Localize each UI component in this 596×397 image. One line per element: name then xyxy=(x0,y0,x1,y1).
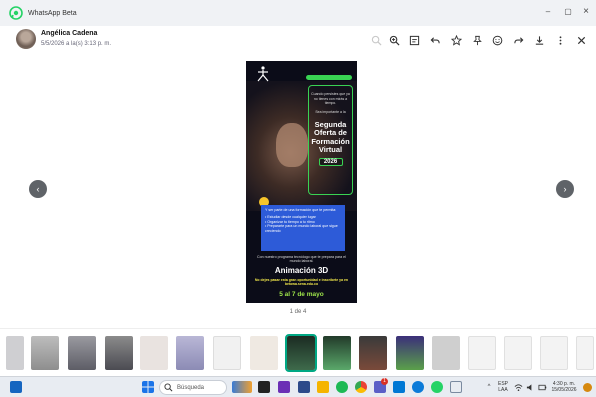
poster-cta: No dejes pasar esta gran oportunidad e i… xyxy=(254,278,349,287)
thumbnail-selected[interactable] xyxy=(285,334,317,372)
outlook-icon[interactable] xyxy=(393,381,405,393)
poster-bubble: Cuando persistes que ya no tienes con mi… xyxy=(308,85,353,195)
poster-bubble-text: Cuando persistes que ya no tienes con mi… xyxy=(311,92,350,105)
poster-figure-face xyxy=(276,123,308,167)
star-icon[interactable] xyxy=(449,33,463,47)
edge-icon[interactable] xyxy=(412,381,424,393)
thumbnail[interactable] xyxy=(323,336,351,370)
clock-date: 15/05/2026 xyxy=(551,387,577,393)
taskbar-search[interactable]: Búsqueda xyxy=(159,380,227,395)
media-image: Cuando persistes que ya no tienes con mi… xyxy=(246,61,357,303)
thumbnail[interactable] xyxy=(140,336,168,370)
more-icon[interactable] xyxy=(553,33,567,47)
message-timestamp: 5/5/2026 a la(s) 3:13 p. m. xyxy=(41,41,112,47)
thumbnail[interactable] xyxy=(68,336,96,370)
poster-info-title: Y ser parte de una formación que te perm… xyxy=(265,208,337,212)
notification-center-icon[interactable] xyxy=(583,383,592,392)
thumbnail[interactable] xyxy=(359,336,387,370)
previous-button[interactable]: ‹ xyxy=(29,180,47,198)
thumbnail[interactable] xyxy=(468,336,496,370)
taskbar-app-icon[interactable] xyxy=(258,381,270,393)
window-close-button[interactable]: × xyxy=(578,5,594,19)
wifi-icon[interactable] xyxy=(514,383,523,392)
tray-chevron-icon[interactable]: ^ xyxy=(485,384,493,390)
whatsapp-logo-icon xyxy=(9,6,23,20)
poster-accent-bar xyxy=(306,75,352,80)
news-widget-icon[interactable] xyxy=(232,381,252,393)
thumbnail[interactable] xyxy=(105,336,133,370)
media-counter: 1 de 4 xyxy=(289,309,307,315)
spotify-icon[interactable] xyxy=(336,381,348,393)
sena-logo-icon xyxy=(257,66,269,82)
media-stage: ‹ › Cuando persistes que ya no tienes co… xyxy=(0,56,596,324)
thumbnail[interactable] xyxy=(576,336,594,370)
poster-program: Animación 3D xyxy=(274,266,329,275)
reply-icon[interactable] xyxy=(428,33,442,47)
caption-icon[interactable] xyxy=(407,33,421,47)
battery-icon[interactable] xyxy=(538,383,547,392)
poster-info-box: Y ser parte de una formación que te perm… xyxy=(261,205,345,251)
poster-dates: 5 al 7 de mayo xyxy=(279,291,324,298)
thumbnail[interactable] xyxy=(250,336,278,370)
zoom-out-icon[interactable] xyxy=(369,33,383,47)
thumbnail[interactable] xyxy=(432,336,460,370)
poster-year: 2026 xyxy=(318,157,343,166)
zoom-in-icon[interactable] xyxy=(387,33,401,47)
sender-name: Angélica Cadena xyxy=(41,30,98,37)
emoji-icon[interactable] xyxy=(490,33,504,47)
search-placeholder: Búsqueda xyxy=(177,384,205,391)
whatsapp-taskbar-icon[interactable] xyxy=(431,381,443,393)
poster-bubble-text-2: Sea importante a la xyxy=(315,109,346,114)
thumbnail[interactable] xyxy=(396,336,424,370)
thumbnail[interactable] xyxy=(31,336,59,370)
thumbnail[interactable] xyxy=(6,336,24,370)
close-icon[interactable] xyxy=(574,33,588,47)
media-viewer-header: Angélica Cadena 5/5/2026 a la(s) 3:13 p.… xyxy=(0,26,596,56)
clock[interactable]: 4:30 p. m. 15/05/2026 xyxy=(548,381,580,393)
taskbar-app-icon[interactable] xyxy=(278,381,290,393)
keyboard-language[interactable]: ESP LAA xyxy=(496,381,510,393)
forward-icon[interactable] xyxy=(511,33,525,47)
thumbnail[interactable] xyxy=(176,336,204,370)
minimize-button[interactable]: – xyxy=(540,5,556,19)
thumbnail[interactable] xyxy=(504,336,532,370)
thumbnail[interactable] xyxy=(540,336,568,370)
search-icon xyxy=(164,383,173,392)
file-explorer-icon[interactable] xyxy=(317,381,329,393)
maximize-button[interactable]: ▢ xyxy=(560,5,576,19)
pin-icon[interactable] xyxy=(470,33,484,47)
next-button[interactable]: › xyxy=(556,180,574,198)
taskbar-app-icon[interactable] xyxy=(450,381,462,393)
poster-bullet: • Prepararte para un mundo laboral que s… xyxy=(265,224,338,233)
poster-headline: Segunda Oferta de Formación Virtual xyxy=(311,119,350,154)
app-title: WhatsApp Beta xyxy=(28,9,77,17)
taskbar-app-icon[interactable] xyxy=(298,381,310,393)
lang-bottom: LAA xyxy=(498,387,508,393)
windows-taskbar: Búsqueda 1 ^ ESP LAA 4:30 p. m. 15/05/20… xyxy=(0,376,596,397)
avatar[interactable] xyxy=(16,29,36,49)
thumbnail-strip xyxy=(0,328,596,376)
thumbnail[interactable] xyxy=(213,336,241,370)
poster-program-intro: Con nuestro programa tecnólogo que te pr… xyxy=(257,255,346,264)
window-titlebar: WhatsApp Beta – ▢ × xyxy=(0,0,596,26)
volume-icon[interactable] xyxy=(526,383,535,392)
notification-badge: 1 xyxy=(381,378,388,385)
download-icon[interactable] xyxy=(532,33,546,47)
taskview-icon[interactable] xyxy=(10,381,22,393)
chrome-icon[interactable] xyxy=(355,381,367,393)
start-button-icon[interactable] xyxy=(142,381,154,393)
